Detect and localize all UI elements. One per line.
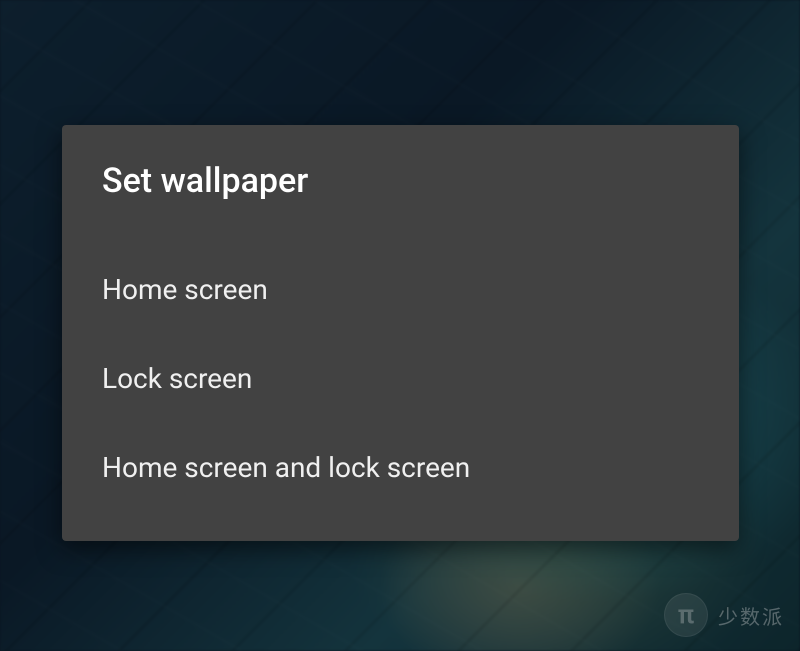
set-wallpaper-dialog: Set wallpaper Home screen Lock screen Ho… xyxy=(62,125,739,541)
option-lock-screen[interactable]: Lock screen xyxy=(102,334,699,423)
option-label: Home screen xyxy=(102,273,268,306)
watermark-text: 少数派 xyxy=(718,601,784,630)
option-home-and-lock-screen[interactable]: Home screen and lock screen xyxy=(102,423,699,512)
option-label: Home screen and lock screen xyxy=(102,451,470,484)
pi-icon: π xyxy=(664,593,708,637)
option-label: Lock screen xyxy=(102,362,252,395)
dialog-options-list: Home screen Lock screen Home screen and … xyxy=(102,245,699,512)
dialog-title: Set wallpaper xyxy=(102,161,699,201)
option-home-screen[interactable]: Home screen xyxy=(102,245,699,334)
watermark: π 少数派 xyxy=(664,593,784,637)
